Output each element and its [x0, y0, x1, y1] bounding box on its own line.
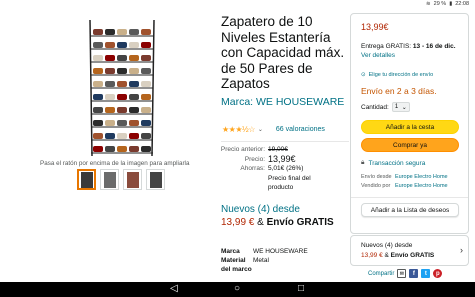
other-offers-box[interactable]: Nuevos (4) desde 13,99 € & Envío GRATIS … — [350, 235, 469, 266]
divider — [351, 197, 468, 198]
prev-price-label: Precio anterior: — [220, 146, 265, 153]
seller-info: Envío desde Europe Electro Home Vendido … — [361, 173, 448, 191]
facebook-icon[interactable]: f — [409, 269, 419, 278]
quantity-label: Cantidad: — [361, 103, 389, 111]
price-table: Precio anterior: 19,00€ Precio: 13,99€ A… — [220, 145, 328, 193]
detail-key: Marca — [221, 248, 240, 255]
product-page: Pasa el ratón por encima de la imagen pa… — [0, 9, 475, 282]
chevron-down-icon: ⌄ — [401, 104, 407, 111]
offers-price-line: 13,99 € & Envío GRATIS — [361, 252, 435, 259]
quantity-select[interactable]: 1 ⌄ — [391, 102, 410, 112]
twitter-icon[interactable]: t — [421, 269, 431, 278]
product-image[interactable] — [82, 16, 162, 159]
ship-from-label: Envío desde — [361, 174, 392, 180]
location-pin-icon: ⊙ — [361, 72, 366, 78]
savings-label: Ahorras: — [240, 165, 265, 172]
recents-icon[interactable]: □ — [298, 283, 304, 295]
rating-summary: ★★★½☆ ⌄ 66 valoraciones — [222, 125, 325, 134]
new-offers-shipping: Envío GRATIS — [266, 217, 334, 228]
stock-status: Envío en 2 a 3 días. — [361, 86, 437, 96]
detail-key: Material del marco — [221, 257, 252, 273]
chevron-right-icon: › — [460, 245, 463, 255]
secure-transaction[interactable]: 🔒︎ Transacción segura — [361, 159, 425, 167]
quantity-row: Cantidad: 1 ⌄ — [361, 102, 410, 112]
price-value: 13,99€ — [268, 153, 296, 164]
divider — [221, 141, 349, 142]
product-details: Marca WE HOUSEWARE Material del marco Me… — [221, 247, 308, 274]
thumbnail[interactable] — [123, 169, 142, 190]
thumbnail-strip — [77, 169, 165, 190]
new-offers-price: 13,99 € & Envío GRATIS — [221, 217, 334, 228]
status-bar: ≋ 29 % ▮ 22:08 — [0, 0, 475, 9]
zoom-hint: Pasa el ratón por encima de la imagen pa… — [40, 160, 190, 167]
detail-row: Marca WE HOUSEWARE — [221, 247, 308, 256]
location-selector[interactable]: ⊙ Elige tu dirección de envío — [361, 72, 433, 78]
product-title: Zapatero de 10 Niveles Estantería con Ca… — [221, 14, 345, 91]
buy-now-button[interactable]: Comprar ya — [361, 138, 459, 152]
email-icon[interactable]: ✉ — [397, 269, 407, 278]
home-icon[interactable]: ○ — [234, 283, 240, 295]
ratings-count-link[interactable]: 66 valoraciones — [276, 126, 325, 133]
wifi-icon: ≋ — [426, 1, 431, 7]
pinterest-icon[interactable]: p — [433, 269, 443, 278]
new-offers-link[interactable]: Nuevos (4) desde — [221, 204, 349, 216]
delivery-info: Entrega GRATIS: 13 - 16 de dic. Ver deta… — [361, 43, 456, 59]
detail-value: WE HOUSEWARE — [253, 248, 308, 255]
chevron-down-icon[interactable]: ⌄ — [258, 126, 263, 133]
sold-by-link[interactable]: Europe Electro Home — [395, 182, 448, 191]
buy-box: 13,99€ Entrega GRATIS: 13 - 16 de dic. V… — [350, 13, 469, 234]
detail-value: Metal — [253, 257, 269, 264]
detail-row: Material del marco Metal — [221, 256, 308, 274]
price-label: Precio: — [244, 155, 265, 163]
clock: 22:08 — [455, 1, 469, 7]
new-offers-price-value: 13,99 € — [221, 217, 255, 228]
savings-value: 5,01€ (26%) — [268, 165, 304, 172]
buybox-price: 13,99€ — [361, 22, 389, 32]
sold-by-label: Vendido por — [361, 183, 391, 189]
android-nav-bar: ◁ ○ □ — [0, 282, 475, 297]
brand-link[interactable]: Marca: WE HOUSEWARE — [221, 96, 349, 109]
details-link[interactable]: Ver detalles — [361, 52, 395, 59]
ship-from-value: Europe Electro Home — [395, 174, 448, 180]
thumbnail[interactable] — [100, 169, 119, 190]
final-price-note: Precio final del producto — [268, 174, 311, 192]
thumbnail[interactable] — [77, 169, 96, 190]
battery-text: 29 % — [433, 1, 447, 7]
back-icon[interactable]: ◁ — [170, 283, 178, 295]
lock-icon: 🔒︎ — [361, 159, 365, 166]
add-to-wishlist-button[interactable]: Añadir a la Lista de deseos — [361, 203, 459, 217]
shoe-rack-image — [82, 16, 162, 159]
share-row: Compartir ✉ f t p — [368, 269, 443, 278]
thumbnail[interactable] — [146, 169, 165, 190]
star-rating-icon[interactable]: ★★★½☆ — [222, 125, 255, 134]
battery-icon: ▮ — [449, 1, 453, 7]
delivery-date: 13 - 16 de dic. — [412, 43, 456, 50]
add-to-cart-button[interactable]: Añadir a la cesta — [361, 120, 459, 134]
offers-line: Nuevos (4) desde — [361, 242, 413, 249]
location-link[interactable]: Elige tu dirección de envío — [369, 72, 434, 78]
share-label[interactable]: Compartir — [368, 271, 394, 277]
